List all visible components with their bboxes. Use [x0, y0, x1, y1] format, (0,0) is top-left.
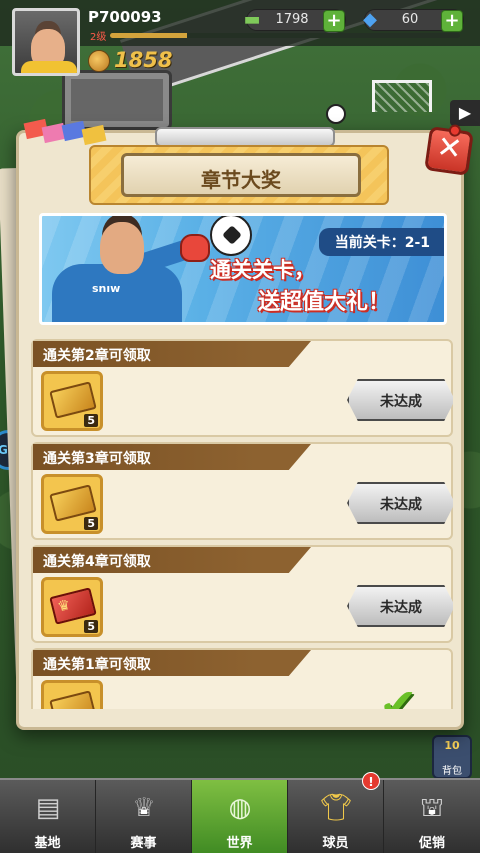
reward-title: 通关第3章可领取: [43, 451, 151, 467]
cash-pill: ▬ 1798 +: [243, 9, 346, 32]
gem-icon: ◆: [363, 9, 377, 30]
reward-row-header: 通关第2章可领取: [33, 341, 311, 367]
reward-title: 通关第1章可领取: [43, 657, 151, 673]
coin-value: 1858: [114, 48, 173, 72]
glove-icon: [180, 234, 210, 262]
clipboard-clip: [155, 127, 335, 147]
cash-value: 1798: [275, 12, 309, 27]
coin-icon: [88, 50, 110, 72]
check-icon: ✔: [379, 678, 418, 709]
nav-promo[interactable]: ⛫ 🔒︎ 促销: [384, 780, 480, 853]
reward-row: 通关第4章可领取 ♛ 5 未达成: [31, 545, 453, 643]
reward-title: 通关第4章可领取: [43, 554, 151, 570]
close-icon: ✕: [434, 129, 465, 168]
lock-icon: 🔒︎: [140, 802, 148, 818]
xp-bar: [110, 33, 460, 38]
trophy-icon: ♛: [56, 596, 73, 616]
reward-row-header: 通关第4章可领取: [33, 547, 311, 573]
avatar-shirt: [21, 61, 77, 73]
world-ball-icon: [326, 104, 346, 124]
gem-pill: ◆ 60 +: [363, 9, 464, 32]
not-achieved-button[interactable]: 未达成: [347, 379, 453, 421]
banner-line-1: 通关关卡，: [210, 258, 315, 282]
map-arrow-icon[interactable]: ▶: [450, 100, 480, 126]
current-stage-tag: 当前关卡：2-1: [318, 228, 444, 256]
nav-players[interactable]: 👕︎ 球员: [288, 780, 384, 853]
base-icon: ▤: [35, 793, 61, 823]
title-banner: 章节大奖: [89, 145, 389, 205]
player-avatar[interactable]: [12, 8, 80, 76]
goal-post: [372, 80, 432, 112]
not-achieved-button[interactable]: 未达成: [347, 585, 453, 627]
xp-fill: [110, 33, 187, 38]
reward-title: 通关第2章可领取: [43, 348, 151, 364]
status-label: 未达成: [380, 600, 422, 616]
nav-base[interactable]: ▤ 基地: [0, 780, 96, 853]
item-count: 5: [84, 414, 98, 427]
jersey-icon: 👕︎: [319, 793, 353, 823]
bag-label: 背包: [442, 766, 462, 777]
nav-label: 促销: [418, 836, 445, 851]
jersey-text: snıw: [92, 282, 121, 295]
chapter-reward-modal: 章节大奖 ✕ snıw 当前关卡：2-1 通关关卡， 送超值大礼！ 通关第2章可…: [16, 118, 474, 730]
reward-item[interactable]: ♛ 5: [41, 577, 103, 637]
goalkeeper-head: [100, 222, 144, 274]
player-id: P700093: [88, 8, 162, 26]
item-count: 5: [84, 620, 98, 633]
reward-row: 通关第3章可领取 5 未达成: [31, 442, 453, 540]
item-count: 5: [84, 517, 98, 530]
nav-label: 赛事: [130, 836, 157, 851]
nav-label: 基地: [34, 836, 61, 851]
not-achieved-button[interactable]: 未达成: [347, 482, 453, 524]
lock-icon: 🔒︎: [428, 802, 436, 818]
reward-row-header: 通关第3章可领取: [33, 444, 311, 470]
reward-row-header: 通关第1章可领取: [33, 650, 311, 676]
modal-title: 章节大奖: [201, 168, 281, 192]
player-level: 2级: [90, 32, 107, 43]
reward-row: 通关第1章可领取 ✔: [31, 648, 453, 709]
reward-row: 通关第2章可领取 5 未达成: [31, 339, 453, 437]
gold-ticket-icon: [49, 690, 97, 709]
globe-icon: ◍: [228, 793, 252, 823]
reward-item[interactable]: 5: [41, 474, 103, 534]
bag-count: 10: [444, 739, 460, 752]
status-label: 未达成: [380, 394, 422, 410]
gem-value: 60: [401, 12, 419, 27]
sticky-note-yellow: [81, 124, 107, 146]
bag-button[interactable]: 10 背包: [432, 735, 472, 779]
add-gem-button[interactable]: +: [441, 10, 463, 32]
add-cash-button[interactable]: +: [323, 10, 345, 32]
close-button[interactable]: ✕: [424, 123, 474, 176]
banner-line-2: 送超值大礼！: [258, 290, 391, 315]
cash-icon: ▬: [243, 9, 261, 30]
soccer-ball-icon: [210, 216, 252, 256]
reward-item[interactable]: [41, 680, 103, 709]
bottom-nav: ▤ 基地 ♕ 🔒︎ 赛事 ◍ 世界 👕︎ 球员 ⛫ 🔒︎ 促销: [0, 778, 480, 853]
nav-label: 球员: [322, 836, 349, 851]
status-label: 未达成: [380, 497, 422, 513]
reward-item[interactable]: 5: [41, 371, 103, 431]
nav-events[interactable]: ♕ 🔒︎ 赛事: [96, 780, 192, 853]
nav-label: 世界: [226, 836, 253, 851]
title-plate: 章节大奖: [121, 153, 361, 197]
reward-list[interactable]: 通关第2章可领取 5 未达成 通关第3章可领取 5 未达成 通关第4章可领取 ♛…: [31, 339, 453, 709]
promo-banner: snıw 当前关卡：2-1 通关关卡， 送超值大礼！: [39, 213, 447, 325]
alert-badge: !: [362, 772, 380, 790]
nav-world[interactable]: ◍ 世界: [192, 780, 288, 853]
